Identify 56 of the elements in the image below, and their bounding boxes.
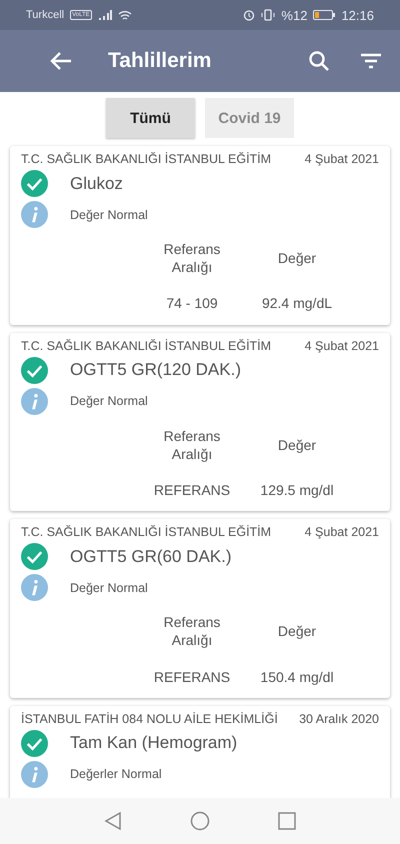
info-icon	[21, 201, 48, 228]
result-status: Değerler Normal	[70, 767, 162, 782]
test-name: OGTT5 GR(60 DAK.)	[70, 546, 232, 567]
reference-range: REFERANS	[152, 668, 232, 686]
result-card[interactable]: İSTANBUL FATİH 084 NOLU AİLE HEKİMLİĞİ 30 Aralık 2020 Tam Kan (Hemogram) Değerler Normal	[10, 706, 390, 798]
column-header: Değer	[276, 436, 318, 454]
column-header: Referans Aralığı	[162, 613, 222, 650]
clock-time: 12:16	[341, 8, 374, 22]
test-name: OGTT5 GR(120 DAK.)	[70, 360, 241, 380]
check-icon	[21, 170, 48, 197]
vibrate-icon	[261, 9, 276, 21]
info-icon	[21, 574, 48, 602]
column-header: Referans Aralığı	[162, 240, 222, 276]
column-header: Değer	[276, 249, 318, 268]
result-date: 4 Şubat 2021	[304, 152, 379, 166]
column-header: Referans Aralığı	[162, 426, 222, 463]
battery-icon	[313, 10, 336, 20]
battery-percent: %12	[281, 8, 308, 22]
test-name: Tam Kan (Hemogram)	[70, 733, 238, 754]
column-header: Değer	[276, 622, 318, 640]
result-status: Değer Normal	[70, 208, 148, 222]
result-date: 30 Aralık 2020	[299, 712, 379, 726]
signal-icon	[98, 10, 112, 20]
result-status: Değer Normal	[70, 394, 148, 408]
reference-range: REFERANS	[152, 480, 232, 500]
result-date: 4 Şubat 2021	[304, 338, 379, 353]
check-icon	[21, 543, 48, 570]
result-status: Değer Normal	[70, 580, 148, 595]
check-icon	[21, 356, 48, 384]
result-card[interactable]: T.C. SAĞLIK BAKANLIĞI İSTANBUL EĞİTİM 4 Şubat 2021 OGTT5 GR(60 DAK.) Değer Normal Referans Aralığı Değer REFERANS 150.4 mg/dl	[10, 519, 390, 698]
check-icon	[21, 730, 48, 757]
carrier-name: Turkcell	[26, 9, 64, 21]
result-value: 129.5 mg/dl	[259, 480, 335, 500]
search-button[interactable]	[308, 50, 330, 72]
page-title: Tahlillerim	[108, 49, 212, 73]
home-nav-button[interactable]	[190, 811, 210, 831]
reference-range: 74 - 109	[165, 294, 219, 313]
result-value: 92.4 mg/dL	[260, 294, 334, 313]
institution-name: İSTANBUL FATİH 084 NOLU AİLE HEKİMLİĞİ	[21, 712, 278, 726]
recents-nav-button[interactable]	[278, 812, 296, 830]
result-value: 150.4 mg/dl	[259, 668, 335, 686]
test-name: Glukoz	[70, 174, 123, 194]
result-date: 4 Şubat 2021	[304, 525, 379, 540]
alarm-icon	[243, 9, 256, 21]
institution-name: T.C. SAĞLIK BAKANLIĞI İSTANBUL EĞİTİM	[21, 338, 272, 353]
wifi-icon	[118, 10, 132, 20]
filter-button[interactable]	[360, 53, 382, 69]
info-icon	[21, 760, 48, 788]
result-card[interactable]: T.C. SAĞLIK BAKANLIĞI İSTANBUL EĞİTİM 4 Şubat 2021 OGTT5 GR(120 DAK.) Değer Normal Referans Aralığı Değer REFERANS 129.5 mg/dl	[10, 332, 390, 512]
result-card[interactable]: T.C. SAĞLIK BAKANLIĞI İSTANBUL EĞİTİM 4 Şubat 2021 Glukoz Değer Normal Referans Aralığı Değer 74 - 109 92.4 mg/dL	[10, 146, 390, 325]
institution-name: T.C. SAĞLIK BAKANLIĞI İSTANBUL EĞİTİM	[21, 525, 272, 540]
info-icon	[21, 388, 48, 415]
back-button[interactable]	[50, 51, 72, 71]
back-nav-button[interactable]	[104, 811, 122, 831]
filter-tab[interactable]: Tümü	[106, 98, 195, 138]
institution-name: T.C. SAĞLIK BAKANLIĞI İSTANBUL EĞİTİM	[21, 152, 272, 166]
